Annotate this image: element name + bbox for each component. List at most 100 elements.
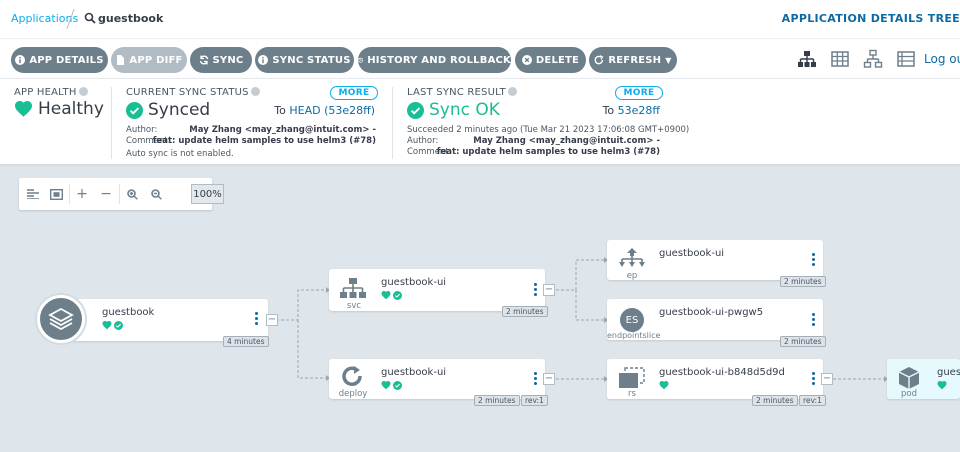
history-icon <box>358 57 364 63</box>
sync-label: SYNC <box>212 54 244 66</box>
app-health-value: Healthy <box>14 99 104 119</box>
collapse-toggle[interactable]: − <box>543 373 555 385</box>
caret-down-icon: ▼ <box>665 55 672 65</box>
sync-more-button[interactable]: MORE <box>330 86 378 100</box>
node-menu-icon[interactable] <box>534 283 538 296</box>
sync-ok-text: Sync OK <box>429 100 500 120</box>
revision-link[interactable]: 53e28ff <box>618 104 660 117</box>
pod-node[interactable]: pod guestbook-ui-b848d5d9d-xxxxx <box>887 359 960 399</box>
node-menu-icon[interactable] <box>534 372 538 385</box>
revision-tag: rev:1 <box>521 395 548 406</box>
sync-status-value: Synced <box>126 100 210 120</box>
node-status-badges <box>381 291 402 300</box>
replicaset-icon <box>619 367 645 388</box>
heart-icon <box>102 321 112 330</box>
last-sync-label: LAST SYNC RESULT <box>407 87 517 98</box>
app-diff-label: APP DIFF <box>129 54 183 66</box>
node-age-tag: 2 minutes <box>780 276 826 287</box>
last-sync-target: To 53e28ff <box>603 104 660 117</box>
replicaset-node[interactable]: rs guestbook-ui-b848d5d9d 2 minutes rev:… <box>607 359 826 406</box>
kind-label: ep <box>626 271 638 281</box>
succeeded-text: Succeeded 2 minutes ago (Tue Mar 21 2023… <box>407 125 690 135</box>
breadcrumb-current: guestbook <box>98 12 164 25</box>
node-name: guestbook-ui-b848d5d9d <box>659 367 785 378</box>
collapse-toggle[interactable]: − <box>543 284 555 296</box>
comment-value: feat: update helm samples to use helm3 (… <box>152 136 376 146</box>
sync-icon <box>199 55 208 65</box>
question-icon[interactable] <box>250 87 260 96</box>
app-diff-button[interactable]: APP DIFF <box>111 47 187 73</box>
node-menu-icon[interactable] <box>812 253 816 266</box>
pod-icon <box>898 367 920 389</box>
to-prefix: To <box>602 104 615 117</box>
info-icon <box>15 55 26 65</box>
app-node[interactable]: guestbook 4 minutes <box>65 299 269 347</box>
node-age-tag: 4 minutes <box>223 336 269 347</box>
node-age-tag: 2 minutes <box>474 395 520 406</box>
collapse-toggle[interactable]: − <box>821 373 833 385</box>
node-name: guestbook <box>102 307 155 318</box>
pods-view-icon[interactable] <box>830 49 850 69</box>
author-value: May Zhang <may_zhang@intuit.com> - <box>189 125 376 135</box>
question-icon[interactable] <box>78 87 88 96</box>
service-node[interactable]: svc guestbook-ui 2 minutes <box>329 269 548 317</box>
delete-button[interactable]: DELETE <box>515 47 586 73</box>
column-divider <box>111 87 112 159</box>
app-details-button[interactable]: APP DETAILS <box>11 47 108 73</box>
tree-view-icon[interactable] <box>797 49 817 69</box>
status-panel: APP HEALTH Healthy CURRENT SYNC STATUS M… <box>0 78 960 164</box>
heart-icon <box>15 100 32 118</box>
endpointslice-node[interactable]: ES endpointslice guestbook-ui-pwgw5 2 mi… <box>607 299 826 347</box>
endpoints-node[interactable]: ep guestbook-ui 2 minutes <box>607 240 826 287</box>
node-age-tag: 2 minutes <box>502 306 548 317</box>
to-prefix: To <box>274 104 286 117</box>
health-status-text: Healthy <box>38 99 104 119</box>
top-bar: Applications guestbook APPLICATION DETAI… <box>0 0 960 38</box>
node-menu-icon[interactable] <box>812 372 816 385</box>
history-rollback-button[interactable]: HISTORY AND ROLLBACK <box>358 47 511 73</box>
file-icon <box>117 55 125 65</box>
comment-value: feat: update helm samples to use helm3 (… <box>436 147 660 157</box>
service-icon <box>340 278 366 298</box>
endpoints-icon <box>619 248 645 267</box>
head-revision-link[interactable]: HEAD (53e28ff) <box>289 104 375 117</box>
refresh-label: REFRESH <box>608 54 662 66</box>
heart-icon <box>381 291 391 300</box>
sync-result-value: Sync OK <box>407 100 500 120</box>
synced-text: Synced <box>148 100 211 120</box>
column-divider <box>392 87 393 159</box>
sync-target: To HEAD (53e28ff) <box>274 104 375 117</box>
collapse-toggle[interactable]: − <box>266 314 278 326</box>
history-rollback-label: HISTORY AND ROLLBACK <box>367 54 511 66</box>
node-menu-icon[interactable] <box>812 313 816 326</box>
deployment-node[interactable]: deploy guestbook-ui 2 minutes rev:1 <box>329 359 548 406</box>
node-status-badges <box>102 321 123 330</box>
question-icon[interactable] <box>507 87 517 96</box>
heart-icon <box>937 381 947 390</box>
current-sync-label: CURRENT SYNC STATUS <box>126 87 260 98</box>
redo-icon <box>594 55 604 65</box>
list-view-icon[interactable] <box>896 49 916 69</box>
search-icon <box>84 12 96 24</box>
heart-icon <box>659 381 669 390</box>
network-view-icon[interactable] <box>863 49 883 69</box>
deployment-icon <box>342 366 362 386</box>
action-toolbar: APP DETAILS APP DIFF SYNC SYNC STATUS HI… <box>0 38 960 78</box>
check-circle-icon <box>393 291 402 300</box>
sync-button[interactable]: SYNC <box>190 47 252 73</box>
logout-link[interactable]: Log out <box>924 52 960 66</box>
kind-label: svc <box>346 301 362 311</box>
auto-sync-note: Auto sync is not enabled. <box>126 149 234 159</box>
node-status-badges <box>381 381 402 390</box>
revision-tag: rev:1 <box>799 395 826 406</box>
sync-status-button[interactable]: SYNC STATUS <box>255 47 354 73</box>
node-menu-icon[interactable] <box>255 312 259 325</box>
last-sync-more-button[interactable]: MORE <box>615 86 663 100</box>
refresh-button[interactable]: REFRESH ▼ <box>589 47 677 73</box>
endpointslice-icon: ES <box>620 308 644 332</box>
author-label: Author: <box>126 125 158 135</box>
node-age-tag: 2 minutes <box>752 395 798 406</box>
app-health-label: APP HEALTH <box>14 87 88 98</box>
node-name: guestbook-ui <box>381 277 447 288</box>
kind-label: pod <box>901 389 917 399</box>
